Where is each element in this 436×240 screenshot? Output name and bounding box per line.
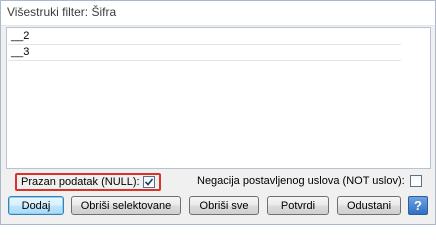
delete-selected-button[interactable]: Obriši selektovane bbox=[71, 196, 181, 215]
cancel-button[interactable]: Odustani bbox=[337, 196, 401, 215]
null-option-highlight: Prazan podatak (NULL): bbox=[15, 173, 161, 191]
null-checkbox[interactable] bbox=[142, 176, 155, 188]
list-item[interactable]: __2 bbox=[8, 29, 401, 45]
confirm-button[interactable]: Potvrdi bbox=[267, 196, 329, 215]
null-option-label: Prazan podatak (NULL): bbox=[21, 176, 140, 188]
filter-values-list[interactable]: __2 __3 bbox=[6, 27, 431, 169]
list-item-label: __3 bbox=[11, 46, 30, 58]
options-row: Prazan podatak (NULL): Negacija postavlj… bbox=[1, 173, 435, 193]
button-bar: Dodaj Obriši selektovane Obriši sve Potv… bbox=[1, 196, 435, 218]
list-item[interactable]: __3 bbox=[8, 45, 401, 61]
dialog-title: Višestruki filter: Šifra bbox=[7, 5, 117, 19]
add-button[interactable]: Dodaj bbox=[8, 196, 64, 215]
negate-option-label: Negacija postavljenog uslova (NOT uslov)… bbox=[197, 175, 405, 187]
title-bar: Višestruki filter: Šifra bbox=[1, 1, 435, 26]
delete-all-button[interactable]: Obriši sve bbox=[189, 196, 259, 215]
list-item-label: __2 bbox=[11, 30, 30, 42]
negate-checkbox[interactable] bbox=[409, 175, 422, 187]
negate-option: Negacija postavljenog uslova (NOT uslov)… bbox=[197, 175, 422, 187]
help-icon[interactable]: ? bbox=[408, 196, 428, 215]
multi-filter-dialog: Višestruki filter: Šifra __2 __3 Prazan … bbox=[0, 0, 436, 225]
checkmark-icon bbox=[144, 178, 153, 186]
